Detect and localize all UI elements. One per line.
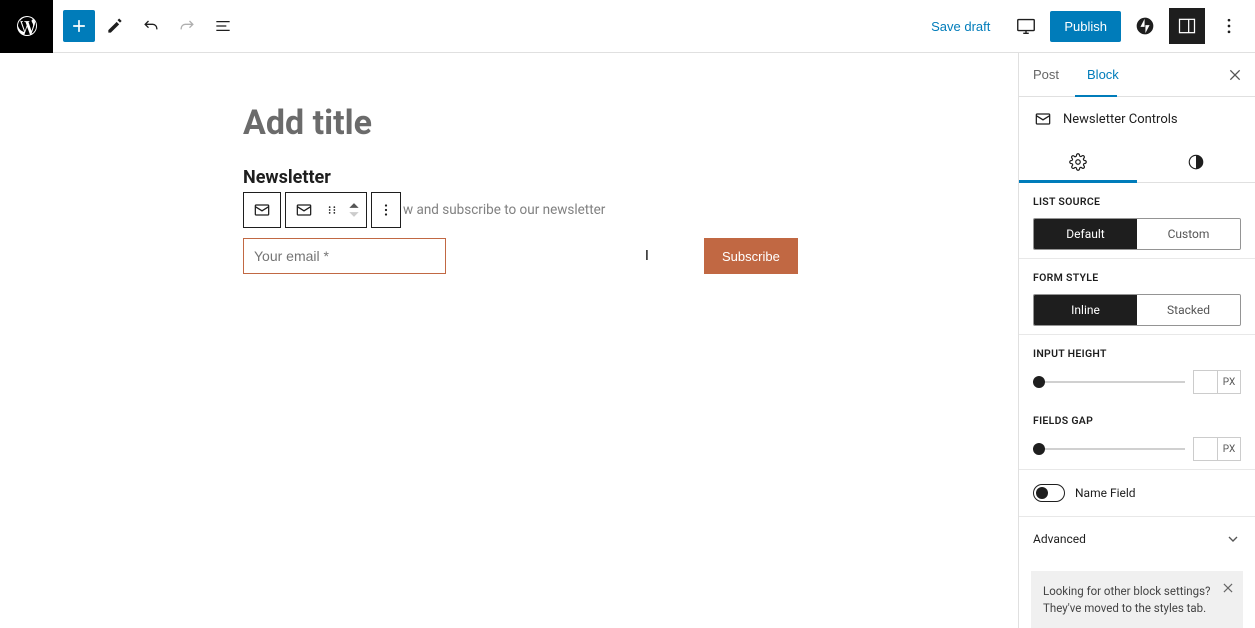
- styles-icon: [1187, 153, 1205, 171]
- text-cursor-icon: I: [645, 248, 646, 263]
- desktop-icon: [1015, 15, 1037, 37]
- subscribe-button[interactable]: Subscribe: [704, 238, 798, 274]
- envelope-icon: [294, 200, 314, 220]
- fields-gap-label: FIELDS GAP: [1033, 414, 1241, 427]
- more-vertical-icon: [377, 201, 395, 219]
- form-style-label: FORM STYLE: [1033, 271, 1241, 284]
- pencil-icon: [105, 16, 125, 36]
- close-icon: [1221, 581, 1235, 595]
- block-drag-handle[interactable]: [322, 193, 342, 227]
- sidebar-icon: [1177, 16, 1197, 36]
- jetpack-icon: [1135, 16, 1155, 36]
- name-field-label: Name Field: [1075, 486, 1136, 500]
- envelope-icon: [1033, 109, 1053, 129]
- fields-gap-slider[interactable]: [1033, 448, 1185, 450]
- form-style-stacked[interactable]: Stacked: [1137, 295, 1240, 325]
- list-source-custom[interactable]: Custom: [1137, 219, 1240, 249]
- jetpack-button[interactable]: [1127, 8, 1163, 44]
- form-style-toggle[interactable]: Inline Stacked: [1033, 294, 1241, 326]
- inner-tab-styles[interactable]: [1137, 141, 1255, 182]
- redo-button[interactable]: [171, 10, 203, 42]
- notice-line-1: Looking for other block settings?: [1043, 584, 1210, 598]
- add-block-button[interactable]: [63, 10, 95, 42]
- list-source-default[interactable]: Default: [1034, 219, 1137, 249]
- plus-icon: [69, 16, 89, 36]
- tab-block[interactable]: Block: [1073, 53, 1133, 96]
- block-type-name: Newsletter Controls: [1063, 112, 1178, 127]
- list-source-toggle[interactable]: Default Custom: [1033, 218, 1241, 250]
- chevron-down-icon: [1225, 531, 1241, 547]
- block-move-buttons[interactable]: [342, 193, 366, 227]
- block-more-options-button[interactable]: [372, 193, 400, 227]
- wordpress-icon: [15, 14, 39, 38]
- advanced-panel-toggle[interactable]: Advanced: [1019, 517, 1255, 561]
- close-icon: [1227, 67, 1243, 83]
- save-draft-button[interactable]: Save draft: [919, 11, 1002, 42]
- envelope-icon: [252, 200, 272, 220]
- input-height-slider[interactable]: [1033, 381, 1185, 383]
- tab-post[interactable]: Post: [1019, 53, 1073, 96]
- block-type-button[interactable]: [286, 193, 322, 227]
- dismiss-notice-button[interactable]: [1221, 581, 1235, 595]
- parent-block-button[interactable]: [244, 193, 280, 227]
- chevron-down-icon: [347, 210, 361, 219]
- gear-icon: [1069, 153, 1087, 171]
- input-height-value[interactable]: PX: [1193, 370, 1241, 394]
- close-sidebar-button[interactable]: [1227, 65, 1247, 85]
- undo-icon: [141, 16, 161, 36]
- list-source-label: LIST SOURCE: [1033, 195, 1241, 208]
- list-view-button[interactable]: [207, 10, 239, 42]
- advanced-label: Advanced: [1033, 532, 1086, 546]
- list-icon: [213, 16, 233, 36]
- newsletter-block-heading[interactable]: Newsletter: [243, 167, 818, 188]
- undo-button[interactable]: [135, 10, 167, 42]
- newsletter-email-input[interactable]: [243, 238, 446, 274]
- styles-moved-notice: Looking for other block settings? They'v…: [1031, 571, 1243, 628]
- drag-handle-icon: [325, 203, 339, 217]
- inner-tab-settings[interactable]: [1019, 141, 1137, 182]
- notice-line-2: They've moved to the styles tab.: [1043, 601, 1206, 615]
- more-vertical-icon: [1219, 16, 1239, 36]
- input-height-label: INPUT HEIGHT: [1033, 347, 1241, 360]
- publish-button[interactable]: Publish: [1050, 11, 1121, 42]
- wordpress-logo[interactable]: [0, 0, 53, 53]
- more-menu-button[interactable]: [1211, 8, 1247, 44]
- chevron-up-icon: [347, 201, 361, 210]
- preview-button[interactable]: [1008, 8, 1044, 44]
- post-title-input[interactable]: Add title: [243, 103, 818, 143]
- settings-toggle-button[interactable]: [1169, 8, 1205, 44]
- edit-tool-button[interactable]: [99, 10, 131, 42]
- name-field-toggle[interactable]: [1033, 484, 1065, 502]
- redo-icon: [177, 16, 197, 36]
- form-style-inline[interactable]: Inline: [1034, 295, 1137, 325]
- fields-gap-value[interactable]: PX: [1193, 437, 1241, 461]
